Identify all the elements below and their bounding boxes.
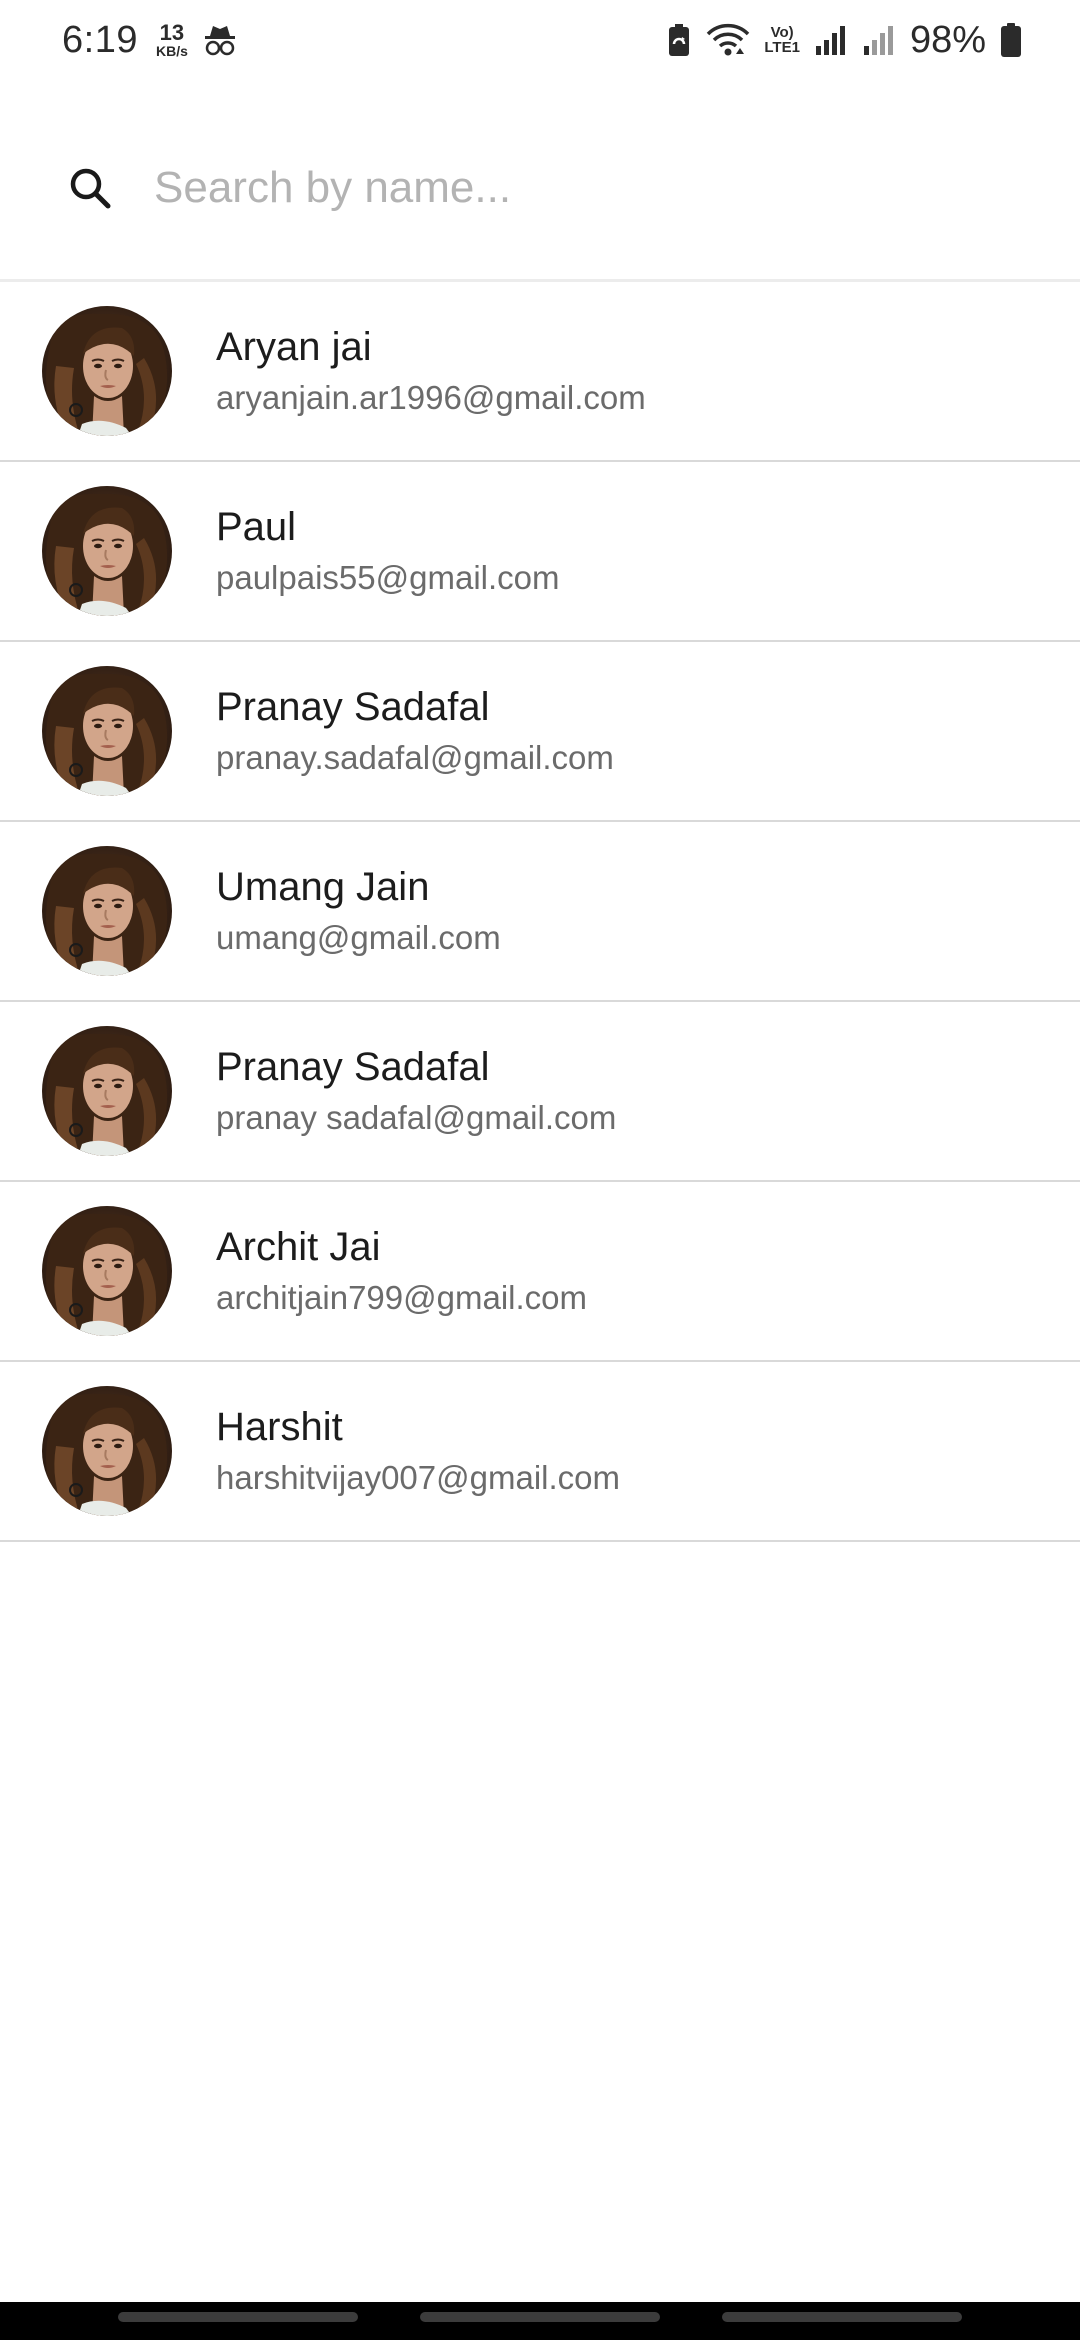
- volte-label: Vo): [770, 24, 794, 41]
- network-speed-unit: KB/s: [155, 43, 188, 59]
- contact-email: pranay sadafal@gmail.com: [216, 1099, 617, 1136]
- nav-recents-handle[interactable]: [118, 2312, 358, 2322]
- contact-email: aryanjain.ar1996@gmail.com: [216, 379, 646, 416]
- contact-text: Umang Jain umang@gmail.com: [216, 862, 501, 960]
- contact-text: Harshit harshitvijay007@gmail.com: [216, 1402, 620, 1500]
- avatar-image: [42, 1026, 172, 1156]
- search-input[interactable]: [154, 148, 974, 228]
- lte-label: LTE1: [764, 39, 800, 56]
- avatar-image: [42, 846, 172, 976]
- battery-percent: 98%: [909, 18, 986, 61]
- contact-list: Aryan jai aryanjain.ar1996@gmail.com Pau…: [0, 282, 1080, 1542]
- contact-email: pranay.sadafal@gmail.com: [216, 739, 614, 776]
- avatar-image: [42, 306, 172, 436]
- battery-saver-icon: [666, 22, 692, 58]
- volte-indicator: Vo) LTE1: [764, 25, 800, 55]
- contact-text: Archit Jai architjain799@gmail.com: [216, 1222, 587, 1320]
- status-right: Vo) LTE1 98%: [666, 19, 1022, 62]
- list-item[interactable]: Umang Jain umang@gmail.com: [0, 822, 1080, 1002]
- contact-name: Aryan jai: [216, 325, 372, 369]
- contact-text: Pranay Sadafal pranay.sadafal@gmail.com: [216, 682, 614, 780]
- status-left: 6:19 13 KB/s: [62, 19, 238, 62]
- avatar-image: [42, 1206, 172, 1336]
- list-item[interactable]: Harshit harshitvijay007@gmail.com: [0, 1362, 1080, 1542]
- search-icon[interactable]: [68, 166, 112, 210]
- wifi-icon: [706, 22, 750, 58]
- contact-email: umang@gmail.com: [216, 919, 501, 956]
- contact-name: Pranay Sadafal: [216, 685, 490, 729]
- contact-name: Paul: [216, 505, 297, 549]
- list-item[interactable]: Archit Jai architjain799@gmail.com: [0, 1182, 1080, 1362]
- contacts-screen: 6:19 13 KB/s Vo) LTE1 98% Search by name…: [0, 0, 1080, 2340]
- avatar: [42, 1206, 172, 1336]
- avatar-image: [42, 666, 172, 796]
- network-speed-value: 13: [159, 20, 185, 45]
- battery-icon: [1000, 22, 1022, 58]
- avatar: [42, 846, 172, 976]
- avatar: [42, 1026, 172, 1156]
- status-time: 6:19: [62, 18, 138, 61]
- search-bar: [0, 96, 1080, 280]
- contact-email: paulpais55@gmail.com: [216, 559, 560, 596]
- contact-email: architjain799@gmail.com: [216, 1279, 587, 1316]
- list-item[interactable]: Aryan jai aryanjain.ar1996@gmail.com: [0, 282, 1080, 462]
- list-item[interactable]: Pranay Sadafal pranay.sadafal@gmail.com: [0, 642, 1080, 822]
- avatar: [42, 666, 172, 796]
- signal-icon-sim2: [862, 24, 896, 56]
- list-item[interactable]: Pranay Sadafal pranay sadafal@gmail.com: [0, 1002, 1080, 1182]
- status-bar: 6:19 13 KB/s Vo) LTE1 98%: [0, 0, 1080, 80]
- incognito-icon: [202, 22, 238, 58]
- navigation-bar: [0, 2302, 1080, 2340]
- contact-email: harshitvijay007@gmail.com: [216, 1459, 620, 1496]
- avatar: [42, 306, 172, 436]
- network-speed: 13 KB/s: [155, 20, 188, 59]
- nav-home-handle[interactable]: [420, 2312, 660, 2322]
- signal-icon: [814, 24, 848, 56]
- avatar-image: [42, 1386, 172, 1516]
- avatar: [42, 1386, 172, 1516]
- avatar-image: [42, 486, 172, 616]
- contact-text: Pranay Sadafal pranay sadafal@gmail.com: [216, 1042, 616, 1140]
- contact-name: Umang Jain: [216, 865, 430, 909]
- list-item[interactable]: Paul paulpais55@gmail.com: [0, 462, 1080, 642]
- contact-text: Paul paulpais55@gmail.com: [216, 502, 560, 600]
- contact-name: Pranay Sadafal: [216, 1045, 490, 1089]
- avatar: [42, 486, 172, 616]
- nav-back-handle[interactable]: [722, 2312, 962, 2322]
- contact-name: Archit Jai: [216, 1225, 381, 1269]
- contact-text: Aryan jai aryanjain.ar1996@gmail.com: [216, 322, 646, 420]
- contact-name: Harshit: [216, 1405, 343, 1449]
